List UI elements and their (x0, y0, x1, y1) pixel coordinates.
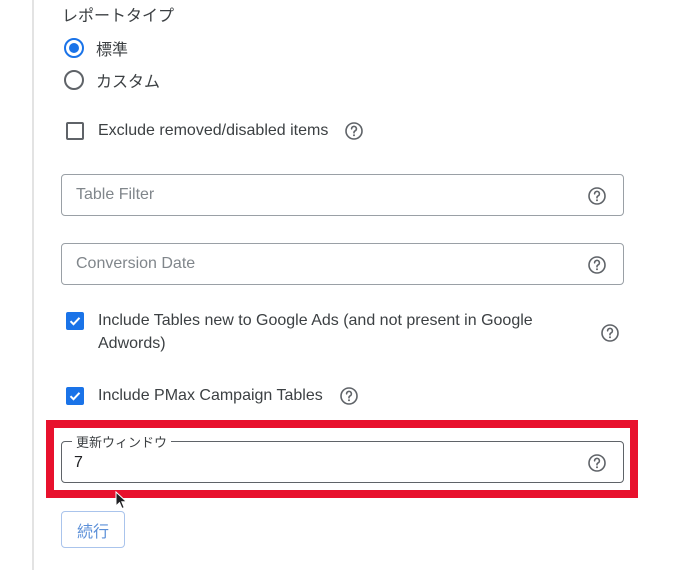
panel-left-border (32, 0, 34, 570)
exclude-removed-checkbox-row[interactable]: Exclude removed/disabled items (66, 119, 364, 142)
help-icon[interactable] (600, 323, 620, 343)
radio-standard-indicator[interactable] (64, 38, 84, 58)
include-pmax-checkbox[interactable] (66, 387, 84, 405)
refresh-window-label: 更新ウィンドウ (72, 432, 172, 451)
help-icon[interactable] (587, 255, 607, 275)
help-icon[interactable] (587, 186, 607, 206)
conversion-date-input[interactable]: Conversion Date (61, 243, 624, 285)
continue-button[interactable]: 続行 (61, 511, 125, 548)
report-type-heading: レポートタイプ (62, 8, 175, 25)
help-icon[interactable] (339, 386, 359, 406)
include-new-tables-checkbox[interactable] (66, 312, 84, 330)
radio-standard-label: 標準 (96, 42, 129, 59)
exclude-removed-checkbox[interactable] (66, 122, 84, 140)
table-filter-input[interactable]: Table Filter (61, 174, 624, 216)
include-pmax-checkbox-row[interactable]: Include PMax Campaign Tables (66, 384, 359, 407)
refresh-window-input[interactable]: 更新ウィンドウ 7 (61, 432, 624, 483)
help-icon[interactable] (587, 453, 607, 473)
mouse-pointer-icon (115, 491, 128, 510)
include-new-tables-label: Include Tables new to Google Ads (and no… (98, 309, 533, 355)
help-icon[interactable] (344, 121, 364, 141)
radio-standard[interactable]: 標準 (64, 36, 128, 60)
radio-custom-indicator[interactable] (64, 70, 84, 90)
radio-custom[interactable]: カスタム (64, 68, 160, 92)
radio-custom-label: カスタム (96, 74, 161, 91)
refresh-window-value[interactable]: 7 (74, 454, 83, 472)
include-new-tables-label-line2: Adwords) (98, 335, 166, 352)
include-pmax-label: Include PMax Campaign Tables (98, 387, 323, 404)
table-filter-placeholder: Table Filter (76, 186, 155, 203)
conversion-date-placeholder: Conversion Date (76, 255, 196, 272)
include-new-tables-checkbox-row[interactable]: Include Tables new to Google Ads (and no… (66, 309, 626, 355)
include-new-tables-label-line1: Include Tables new to Google Ads (and no… (98, 312, 533, 329)
exclude-removed-label: Exclude removed/disabled items (98, 122, 329, 139)
